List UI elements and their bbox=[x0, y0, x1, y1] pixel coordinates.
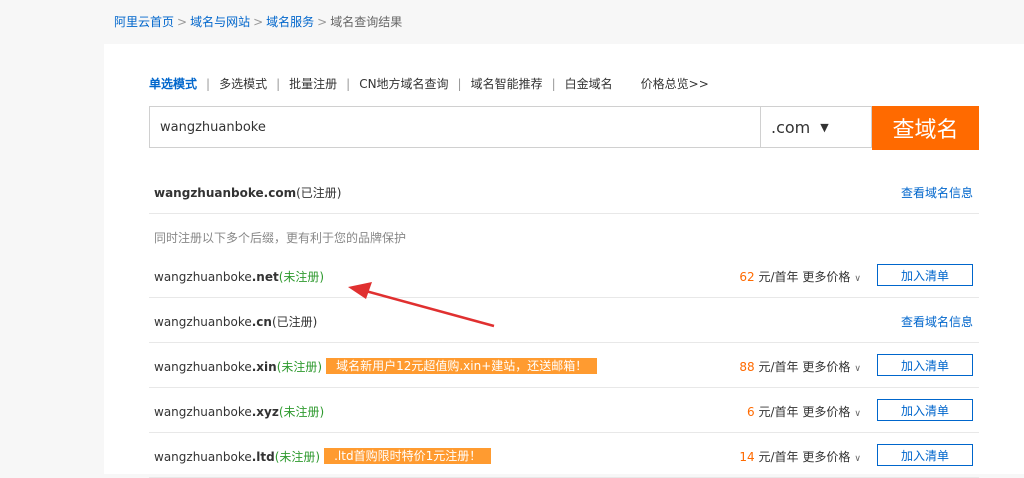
annotation-arrow-icon bbox=[348, 282, 495, 328]
